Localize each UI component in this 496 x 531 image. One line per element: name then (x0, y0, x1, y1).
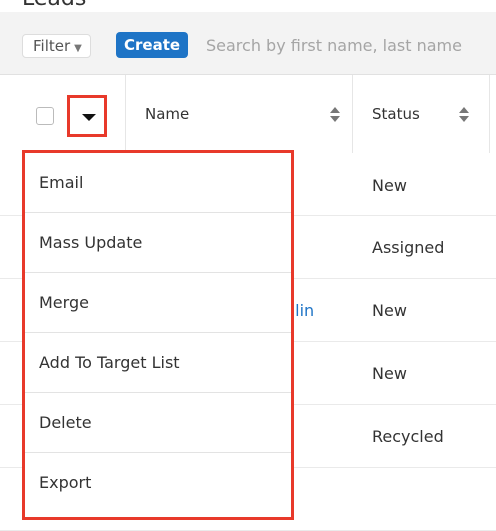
status-cell: Recycled (372, 427, 444, 446)
sort-icon[interactable] (459, 107, 469, 123)
caret-down-icon (82, 114, 96, 121)
filter-label: Filter (33, 37, 71, 55)
filter-bar: Filter ▼ Create (0, 12, 496, 75)
status-cell: New (372, 364, 407, 383)
column-divider (352, 75, 353, 153)
menu-item-delete[interactable]: Delete (25, 393, 291, 453)
select-all-checkbox[interactable] (36, 107, 54, 125)
actions-dropdown-menu: Email Mass Update Merge Add To Target Li… (22, 150, 294, 520)
column-header-name[interactable]: Name (145, 105, 189, 123)
menu-item-export[interactable]: Export (25, 453, 291, 512)
menu-item-label: Add To Target List (39, 353, 180, 372)
menu-item-label: Email (39, 173, 84, 192)
menu-item-label: Delete (39, 413, 92, 432)
menu-item-label: Mass Update (39, 233, 143, 252)
create-button[interactable]: Create (116, 32, 189, 58)
menu-item-mass-update[interactable]: Mass Update (25, 213, 291, 273)
actions-dropdown-toggle[interactable] (67, 95, 107, 137)
column-divider (489, 75, 490, 153)
table-header: Name Status (0, 75, 496, 154)
search-input[interactable] (196, 28, 496, 62)
page-heading-cut: Leads (0, 0, 496, 12)
filter-button[interactable]: Filter ▼ (22, 34, 91, 58)
status-cell: Assigned (372, 238, 445, 257)
chevron-down-icon: ▼ (74, 43, 82, 54)
status-cell: New (372, 301, 407, 320)
sort-icon[interactable] (330, 107, 340, 123)
menu-item-add-to-target-list[interactable]: Add To Target List (25, 333, 291, 393)
status-cell: New (372, 176, 407, 195)
menu-item-merge[interactable]: Merge (25, 273, 291, 333)
menu-item-label: Merge (39, 293, 89, 312)
page-heading: Leads (22, 0, 86, 11)
column-divider (125, 75, 126, 153)
menu-item-label: Export (39, 473, 92, 492)
column-header-status[interactable]: Status (372, 105, 420, 123)
menu-item-email[interactable]: Email (25, 153, 291, 213)
